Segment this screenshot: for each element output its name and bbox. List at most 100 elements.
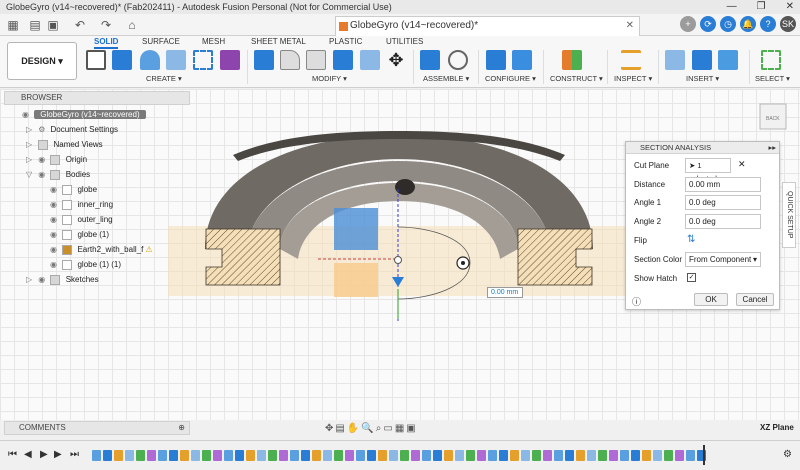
clear-selection-icon[interactable]: ✕ <box>738 159 746 170</box>
tab-solid[interactable]: SOLID <box>94 37 119 49</box>
tab-surface[interactable]: SURFACE <box>142 37 180 46</box>
visibility-eye-icon[interactable]: ◉ <box>22 108 32 122</box>
timeline-feature[interactable] <box>576 450 585 461</box>
insert-mesh-icon[interactable] <box>692 50 712 70</box>
grid-settings-icon[interactable]: ▦ <box>395 423 404 434</box>
timeline-feature[interactable] <box>279 450 288 461</box>
create-sketch-icon[interactable] <box>86 50 106 70</box>
visibility-eye-icon[interactable]: ◉ <box>50 258 60 272</box>
save-icon[interactable]: ▣ <box>46 17 60 33</box>
insert-canvas-icon[interactable] <box>718 50 738 70</box>
section-analysis-header[interactable]: SECTION ANALYSIS ▸▸ <box>626 142 779 154</box>
select-menu[interactable]: SELECT ▾ <box>755 74 790 83</box>
visibility-eye-icon[interactable]: ◉ <box>50 183 60 197</box>
chamfer-icon[interactable] <box>306 50 326 70</box>
new-component-icon[interactable] <box>420 50 440 70</box>
timeline-feature[interactable] <box>312 450 321 461</box>
pattern-icon[interactable] <box>193 50 213 70</box>
display-settings-icon[interactable]: ▭ <box>383 423 392 434</box>
visibility-eye-icon[interactable]: ◉ <box>50 228 60 242</box>
user-avatar[interactable]: SK <box>780 16 796 32</box>
timeline-feature[interactable] <box>268 450 277 461</box>
file-icon[interactable]: ▤ <box>28 17 42 33</box>
job-status-icon[interactable]: ◷ <box>720 16 736 32</box>
visibility-eye-icon[interactable]: ◉ <box>50 213 60 227</box>
timeline-feature[interactable] <box>510 450 519 461</box>
show-hatch-checkbox[interactable]: ✓ <box>687 273 696 282</box>
visibility-eye-icon[interactable]: ◉ <box>50 243 60 257</box>
timeline-feature[interactable] <box>169 450 178 461</box>
notifications-icon[interactable]: 🔔 <box>740 16 756 32</box>
timeline-feature[interactable] <box>620 450 629 461</box>
timeline-feature[interactable] <box>631 450 640 461</box>
modify-menu[interactable]: MODIFY ▾ <box>312 74 347 83</box>
chevron-right-icon[interactable]: ▷ <box>26 123 36 137</box>
insert-derive-icon[interactable] <box>665 50 685 70</box>
distance-field[interactable]: 0.00 mm <box>685 177 761 192</box>
timeline-feature[interactable] <box>554 450 563 461</box>
configure-menu[interactable]: CONFIGURE ▾ <box>485 74 536 83</box>
combine-icon[interactable] <box>333 50 353 70</box>
visibility-eye-icon[interactable]: ◉ <box>38 168 48 182</box>
timeline-feature[interactable] <box>609 450 618 461</box>
timeline-feature[interactable] <box>389 450 398 461</box>
joint-icon[interactable] <box>448 50 468 70</box>
orbit-icon[interactable]: ✥ <box>325 423 333 434</box>
warning-icon[interactable]: ⚠ <box>146 245 153 254</box>
chevron-right-icon[interactable]: ▷ <box>26 273 36 287</box>
timeline-play-icon[interactable]: ▶ <box>40 449 48 460</box>
press-pull-icon[interactable] <box>254 50 274 70</box>
form-icon[interactable] <box>220 50 240 70</box>
tree-item-sketches[interactable]: ▷ ◉ Sketches <box>26 273 99 287</box>
construct-menu[interactable]: CONSTRUCT ▾ <box>550 74 603 83</box>
timeline-feature[interactable] <box>686 450 695 461</box>
workspace-switcher[interactable]: DESIGN ▾ <box>7 42 77 80</box>
timeline-settings-icon[interactable]: ⚙ <box>783 449 792 460</box>
timeline-feature[interactable] <box>323 450 332 461</box>
parameters-icon[interactable] <box>512 50 532 70</box>
timeline-feature[interactable] <box>466 450 475 461</box>
close-window-button[interactable]: ✕ <box>786 0 794 14</box>
tree-item-globe-1-1[interactable]: ◉ globe (1) (1) <box>50 258 121 272</box>
timeline-feature[interactable] <box>290 450 299 461</box>
info-icon[interactable]: ⓘ <box>632 295 641 308</box>
select-icon[interactable] <box>761 50 781 70</box>
timeline-feature[interactable] <box>92 450 101 461</box>
home-icon[interactable]: ⌂ <box>124 17 140 33</box>
tree-item-globe[interactable]: ◉ globe <box>50 183 97 197</box>
offset-plane-icon[interactable] <box>562 50 582 70</box>
tree-item-origin[interactable]: ▷ ◉ Origin <box>26 153 87 167</box>
angle1-field[interactable]: 0.0 deg <box>685 195 761 210</box>
distance-input-overlay[interactable]: 0.00 mm <box>487 287 523 298</box>
timeline-feature[interactable] <box>367 450 376 461</box>
redo-icon[interactable]: ↷ <box>98 17 114 33</box>
tree-item-document-settings[interactable]: ▷ ⚙ Document Settings <box>26 123 118 137</box>
timeline-end-icon[interactable]: ⏭ <box>70 449 79 460</box>
timeline-feature[interactable] <box>114 450 123 461</box>
ok-button[interactable]: OK <box>694 293 728 306</box>
new-tab-icon[interactable]: + <box>680 16 696 32</box>
timeline-feature[interactable] <box>378 450 387 461</box>
timeline-feature[interactable] <box>499 450 508 461</box>
timeline-feature[interactable] <box>675 450 684 461</box>
timeline-feature[interactable] <box>301 450 310 461</box>
add-comment-icon[interactable]: ⊕ <box>178 422 185 434</box>
shell-icon[interactable] <box>360 50 380 70</box>
expand-icon[interactable]: ▸▸ <box>768 142 776 154</box>
timeline-feature[interactable] <box>400 450 409 461</box>
hole-icon[interactable] <box>166 50 186 70</box>
timeline-feature[interactable] <box>477 450 486 461</box>
view-cube[interactable]: BACK <box>759 103 787 130</box>
timeline-feature[interactable] <box>191 450 200 461</box>
tree-item-bodies[interactable]: ▽ ◉ Bodies <box>26 168 90 182</box>
timeline-feature[interactable] <box>532 450 541 461</box>
visibility-eye-icon[interactable]: ◉ <box>50 198 60 212</box>
tree-item-globe-1[interactable]: ◉ globe (1) <box>50 228 109 242</box>
chevron-right-icon[interactable]: ▷ <box>26 138 36 152</box>
cut-plane-selection[interactable]: ➤ 1 selected <box>685 158 731 183</box>
browser-header[interactable]: BROWSER <box>4 91 190 105</box>
fillet-icon[interactable] <box>280 50 300 70</box>
timeline-feature[interactable] <box>642 450 651 461</box>
comments-panel[interactable]: COMMENTS ⊕ <box>4 421 190 435</box>
pan-icon[interactable]: ✋ <box>347 423 359 434</box>
